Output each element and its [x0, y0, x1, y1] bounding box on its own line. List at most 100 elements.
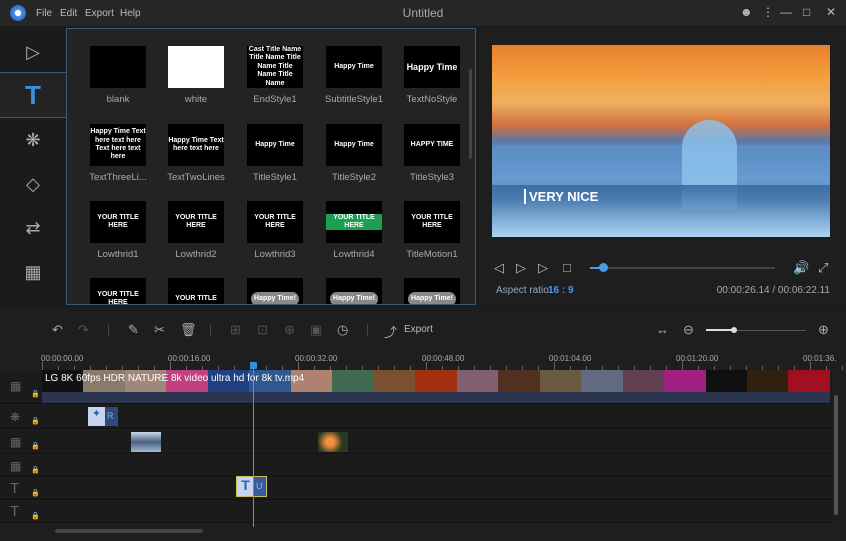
- export-button[interactable]: Export: [404, 324, 433, 335]
- redo-icon[interactable]: ↷: [78, 322, 89, 338]
- prev-frame-icon[interactable]: ◁: [494, 260, 504, 276]
- template-thumbnail: YOUR TITLE HERE: [90, 201, 146, 243]
- lock-icon[interactable]: 🔒: [31, 390, 40, 398]
- template-preview-text: YOUR TITLE HERE: [326, 213, 382, 231]
- zoom-handle[interactable]: [731, 327, 737, 333]
- template-thumbnail: Happy Time: [404, 46, 460, 88]
- text-template-tile[interactable]: Happy Time Text here text here TextTwoLin…: [167, 124, 225, 183]
- text-template-tile[interactable]: Happy Time!: [246, 278, 304, 304]
- clip-thumbnail: [788, 370, 830, 392]
- seek-slider[interactable]: [590, 263, 775, 272]
- film-icon[interactable]: ▦: [0, 250, 66, 294]
- text-template-tile[interactable]: YOUR TITLE HERE: [89, 278, 147, 304]
- lock-icon[interactable]: 🔒: [31, 512, 40, 520]
- more-icon[interactable]: ⋮: [762, 5, 774, 19]
- text-template-tile[interactable]: Happy Time SubtitleStyle1: [325, 46, 383, 105]
- text-template-tile[interactable]: YOUR TITLE HERE Lowthrid2: [167, 201, 225, 260]
- zoom-out-icon[interactable]: ⊖: [683, 322, 694, 338]
- media-icon[interactable]: ▷: [0, 30, 66, 74]
- effect-clip[interactable]: ✦ R: [88, 407, 118, 426]
- template-preview-text: Happy Time Text here text here: [168, 136, 224, 152]
- text-template-tile[interactable]: Cast Title Name Title Name Title Name Ti…: [246, 46, 304, 105]
- text-template-tile[interactable]: YOUR TITLE HERE Lowthrid3: [246, 201, 304, 260]
- window-title: Untitled: [402, 6, 444, 20]
- text-template-tile[interactable]: YOUR TITLE HERE TitleMotion1: [403, 201, 461, 260]
- cut-icon[interactable]: ✂: [154, 322, 165, 338]
- text-template-tile[interactable]: YOUR TITLE: [167, 278, 225, 304]
- transition-icon[interactable]: ⇄: [0, 206, 66, 250]
- ruler-label: 00:00:32.00: [295, 354, 338, 363]
- seek-handle[interactable]: [598, 263, 608, 272]
- text-template-tile[interactable]: white: [167, 46, 225, 105]
- time-readout: 00:00:26.14 / 00:06:22.11: [716, 285, 830, 296]
- template-thumbnail: Happy Time: [247, 124, 303, 166]
- text-template-tile[interactable]: blank: [89, 46, 147, 105]
- minimize-icon[interactable]: —: [780, 5, 792, 19]
- next-frame-icon[interactable]: ▷: [538, 260, 548, 276]
- fullscreen-icon[interactable]: ⤢: [818, 260, 828, 276]
- overlay-text: VERY NICE: [524, 189, 598, 204]
- fit-timeline-icon[interactable]: ↔: [656, 322, 669, 337]
- text-template-tile[interactable]: Happy Time TitleStyle2: [325, 124, 383, 183]
- filter-icon[interactable]: ❋: [0, 118, 66, 162]
- text-library: blank white Cast Title Name Title Name Tit…: [66, 28, 476, 305]
- template-thumbnail: YOUR TITLE HERE: [247, 201, 303, 243]
- template-preview-text: YOUR TITLE HERE: [175, 213, 217, 229]
- text-template-tile[interactable]: YOUR TITLE HERE Lowthrid1: [89, 201, 147, 260]
- playhead[interactable]: [253, 362, 254, 527]
- text-template-tile[interactable]: HAPPY TIME TitleStyle3: [403, 124, 461, 183]
- text-template-tile[interactable]: YOUR TITLE HERE Lowthrid4: [325, 201, 383, 260]
- text-template-tile[interactable]: Happy Time Text here text here Text here…: [89, 124, 147, 183]
- text-template-tile[interactable]: Happy Time!: [325, 278, 383, 304]
- export-icon[interactable]: ⤴: [384, 322, 397, 341]
- vertical-scrollbar[interactable]: [834, 395, 838, 515]
- mosaic-icon[interactable]: ▣: [310, 322, 322, 338]
- effect-clip-label: R: [107, 411, 114, 421]
- text-template-tile[interactable]: Happy Time!: [403, 278, 461, 304]
- ruler-tick: [426, 362, 427, 370]
- zoom-in-icon[interactable]: ⊕: [818, 322, 829, 338]
- horizontal-scrollbar[interactable]: [55, 529, 203, 533]
- ruler-tick: [298, 362, 299, 370]
- zoom-slider[interactable]: [706, 327, 806, 333]
- fit-icon[interactable]: ⊡: [257, 322, 268, 338]
- text-clip[interactable]: T U: [236, 476, 267, 497]
- lock-icon[interactable]: 🔒: [31, 417, 40, 425]
- account-icon[interactable]: ☻: [740, 5, 753, 19]
- template-thumbnail: YOUR TITLE HERE: [90, 278, 146, 304]
- split-icon[interactable]: ⊕: [284, 322, 295, 338]
- edit-icon[interactable]: ✎: [128, 322, 139, 338]
- clip-thumbnail: [332, 370, 374, 392]
- ruler-tick: [682, 362, 683, 370]
- library-scrollbar[interactable]: [469, 69, 472, 159]
- film-icon: ▦: [10, 459, 22, 473]
- close-icon[interactable]: ✕: [826, 5, 836, 19]
- crop-icon[interactable]: ⊞: [230, 322, 241, 338]
- undo-icon[interactable]: ↶: [52, 322, 63, 338]
- play-icon[interactable]: ▷: [516, 260, 526, 276]
- preview-video: VERY NICE: [492, 45, 830, 237]
- stop-icon[interactable]: □: [563, 260, 571, 275]
- delete-icon[interactable]: 🗑: [180, 322, 197, 338]
- overlay-icon[interactable]: ◇: [0, 162, 66, 206]
- template-preview-text: Cast Title Name Title Name Title Name Ti…: [248, 46, 302, 87]
- video-track: ▦ 🔒 LG 8K 60fps HDR NATURE 8k video ultr…: [0, 370, 832, 404]
- playhead-handle[interactable]: [250, 362, 257, 369]
- magic-wand-icon: ✦: [88, 407, 105, 426]
- lock-icon[interactable]: 🔒: [31, 466, 40, 474]
- maximize-icon[interactable]: □: [803, 5, 810, 19]
- template-name: Lowthrid2: [175, 249, 217, 260]
- zoom-fill: [706, 329, 734, 331]
- time-ruler[interactable]: 00:00:00.00 00:00:16.00 00:00:32.00 00:00:4…: [0, 348, 846, 370]
- volume-icon[interactable]: 🔊: [793, 260, 809, 276]
- lock-icon[interactable]: 🔒: [31, 489, 40, 497]
- text-template-tile[interactable]: Happy Time TextNoStyle: [403, 46, 461, 105]
- aspect-ratio-value[interactable]: 16 : 9: [548, 285, 574, 296]
- duration-icon[interactable]: ◷: [337, 322, 348, 338]
- text-track: T 🔒: [0, 501, 832, 523]
- image-clip[interactable]: [131, 432, 161, 452]
- lock-icon[interactable]: 🔒: [31, 442, 40, 450]
- text-icon[interactable]: T: [0, 72, 66, 118]
- image-clip[interactable]: [318, 432, 348, 452]
- text-template-tile[interactable]: Happy Time TitleStyle1: [246, 124, 304, 183]
